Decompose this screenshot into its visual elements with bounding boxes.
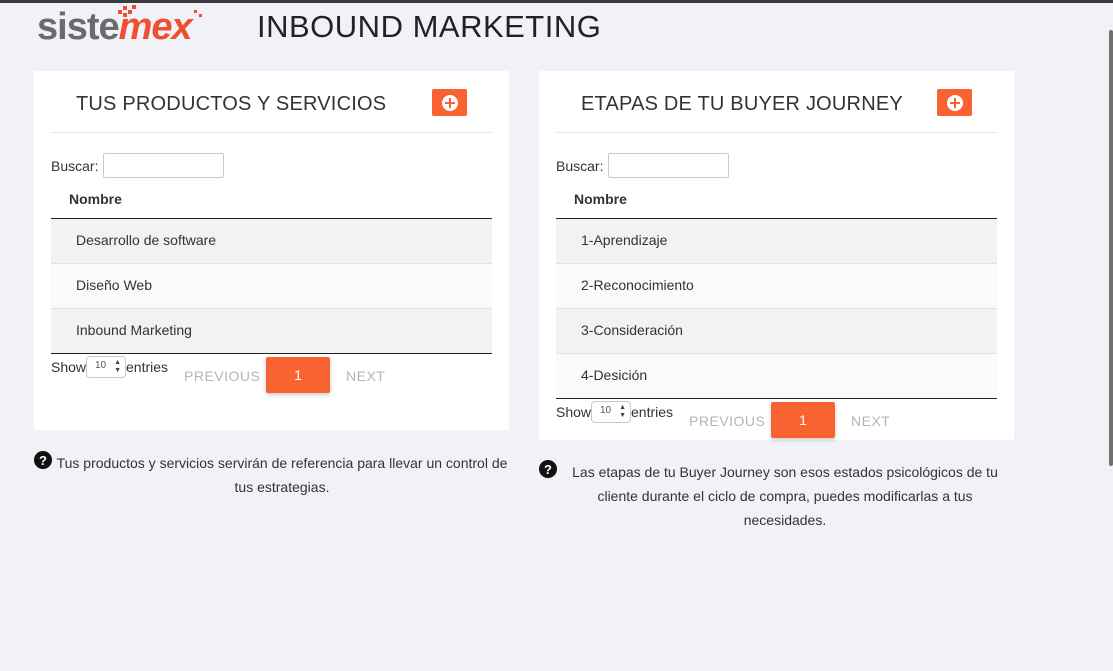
column-header-label: Nombre [574,191,627,207]
row-label: 1-Aprendizaje [581,232,668,248]
column-header-nombre[interactable]: Nombre [51,189,492,219]
search-input[interactable] [608,153,729,178]
page-1-button[interactable]: 1 [771,402,835,438]
table-bottom-border [556,398,997,399]
row-label: 4-Desición [581,367,648,383]
logo-pixels-icon [118,4,144,18]
search-label: Buscar: [556,158,604,174]
panel-title: ETAPAS DE TU BUYER JOURNEY [581,93,903,115]
row-label: Diseño Web [76,277,153,293]
previous-button[interactable]: PREVIOUS [689,413,765,429]
table-row[interactable]: Desarrollo de software [51,219,492,264]
row-label: 2-Reconocimiento [581,277,694,293]
buyer-journey-help-text: Las etapas de tu Buyer Journey son esos … [572,464,998,528]
divider [556,132,997,133]
page-1-button[interactable]: 1 [266,357,330,393]
page-length-select[interactable]: 10 ▲ ▼ [591,401,631,423]
add-stage-button[interactable] [937,89,972,116]
table-row[interactable]: 3-Consideración [556,309,997,354]
panel-title: TUS PRODUCTOS Y SERVICIOS [76,93,387,115]
next-button[interactable]: NEXT [346,368,385,384]
table-bottom-border [51,353,492,354]
row-label: Desarrollo de software [76,232,217,248]
column-header-label: Nombre [69,191,122,207]
table-row[interactable]: 2-Reconocimiento [556,264,997,309]
search-label: Buscar: [51,158,99,174]
page-title: INBOUND MARKETING [257,9,602,44]
buyer-journey-panel: ETAPAS DE TU BUYER JOURNEY Buscar: Nombr… [539,71,1014,440]
select-arrows-icon: ▲ ▼ [619,404,626,419]
plus-circle-icon [441,94,458,111]
divider [51,132,492,133]
table-row[interactable]: 1-Aprendizaje [556,219,997,264]
logo-dots-icon [193,10,204,20]
previous-button[interactable]: PREVIOUS [184,368,260,384]
logo-text-gray: siste [37,6,120,48]
top-border [0,0,1113,3]
row-label: Inbound Marketing [76,322,192,338]
table-row[interactable]: Diseño Web [51,264,492,309]
entries-label: entries [126,359,169,375]
column-header-nombre[interactable]: Nombre [556,189,997,219]
entries-label: entries [631,404,674,420]
page-length-select[interactable]: 10 ▲ ▼ [86,356,126,378]
next-button[interactable]: NEXT [851,413,890,429]
table-row[interactable]: Inbound Marketing [51,309,492,354]
show-label: Show [51,359,87,375]
question-circle-icon: ? [34,451,52,469]
row-label: 3-Consideración [581,322,683,338]
scrollbar[interactable] [1109,30,1113,466]
search-input[interactable] [103,153,224,178]
select-arrows-icon: ▲ ▼ [114,359,121,374]
page-length-value: 10 [600,405,612,416]
products-help-text: Tus productos y servicios servirán de re… [56,455,508,495]
question-circle-icon: ? [539,460,557,478]
plus-circle-icon [946,94,963,111]
page-length-value: 10 [95,360,107,371]
table-row[interactable]: 4-Desición [556,354,997,399]
add-product-button[interactable] [432,89,467,116]
products-panel: TUS PRODUCTOS Y SERVICIOS Buscar: Nombre… [34,71,509,430]
show-label: Show [556,404,592,420]
sistemex-logo: siste mex [37,4,204,48]
